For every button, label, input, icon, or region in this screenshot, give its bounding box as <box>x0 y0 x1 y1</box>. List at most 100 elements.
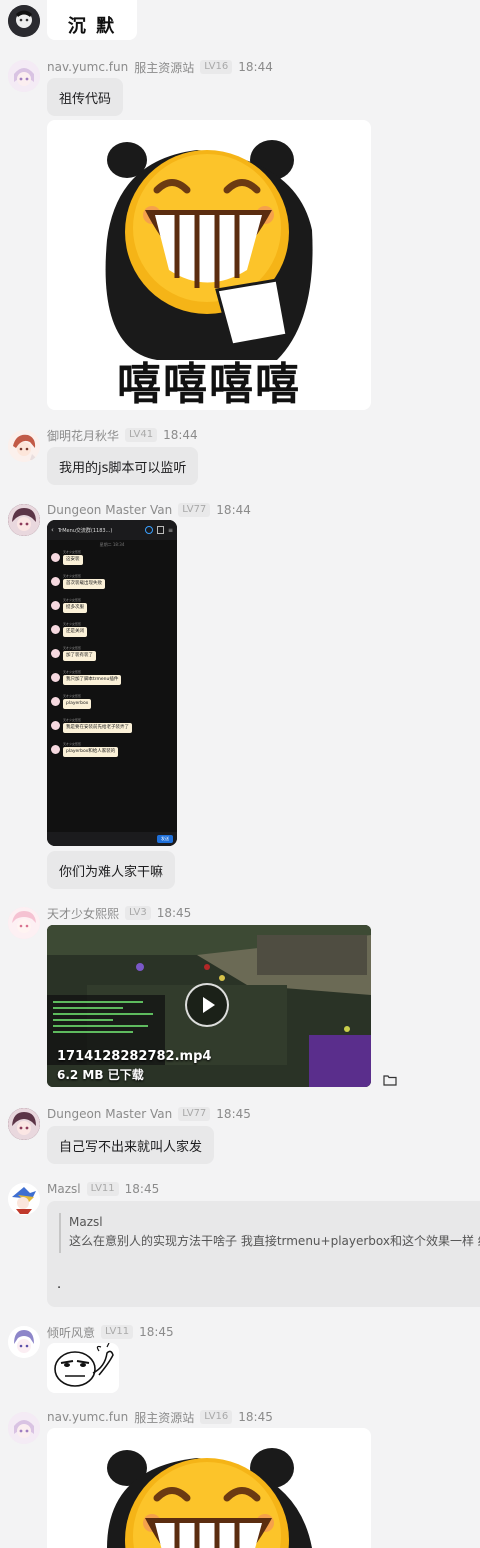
level-badge: LV11 <box>101 1325 134 1339</box>
phone-message-content: 天才少女熙熙 挺多次服 <box>63 598 87 613</box>
chat-title: TrMenu交流群(1183...) <box>57 527 113 534</box>
grinning-panda-icon <box>105 140 313 360</box>
message-meta: Dungeon Master Van LV77 18:45 <box>47 1105 251 1123</box>
phone-bubble: playerbox <box>63 699 92 709</box>
avatar[interactable] <box>8 1326 40 1358</box>
video-filename: 1714128282782.mp4 <box>57 1049 212 1064</box>
phone-message-content: 天才少女熙熙 我只加了脚本trmenu插件 <box>63 670 122 685</box>
phone-avatar <box>51 745 60 754</box>
phone-message-row: 天才少女熙熙 我是要在安装前先给老子装弄了 <box>51 718 173 733</box>
play-button[interactable] <box>185 983 229 1027</box>
avatar[interactable] <box>8 1183 40 1215</box>
sender-tag: 服主资源站 <box>134 1410 195 1425</box>
video-message[interactable]: 1714128282782.mp4 6.2 MB 已下载 <box>47 925 371 1087</box>
level-badge: LV16 <box>200 60 233 74</box>
sender-name[interactable]: Mazsl <box>47 1182 81 1196</box>
phone-message-content: 天才少女熙熙 这安装 <box>63 550 83 565</box>
phone-message-content: 天才少女熙熙 还是关闭 <box>63 622 87 637</box>
send-button: 发送 <box>157 835 173 843</box>
level-badge: LV16 <box>200 1410 233 1424</box>
message-meta: nav.yumc.fun 服主资源站 LV16 18:44 <box>47 58 273 76</box>
phone-avatar <box>51 649 60 658</box>
video-size: 6.2 MB <box>57 1068 104 1082</box>
phone-bubble: 首次装载出现失败 <box>63 579 105 589</box>
phone-input-bar: 发送 <box>47 832 177 846</box>
message-meta: 倾听风意 LV11 18:45 <box>47 1323 174 1341</box>
phone-message-content: 天才少女熙熙 加了装有装了 <box>63 646 96 661</box>
message-meta: 天才少女熙熙 LV3 18:45 <box>47 904 191 922</box>
message-bubble[interactable]: 我用的js脚本可以监听 <box>47 447 199 485</box>
sender-name[interactable]: 倾听风意 <box>47 1324 95 1341</box>
grinning-panda-icon <box>107 1448 312 1548</box>
phone-avatar <box>51 721 60 730</box>
chat-date: 星期二 18:34 <box>99 542 125 547</box>
avatar[interactable] <box>8 430 40 462</box>
phone-message-list: 天才少女熙熙 这安装 天才少女熙熙 首次装载出现失败 天才少女熙熙 挺多次服 天才少女熙熙还… <box>51 550 173 766</box>
timestamp: 18:45 <box>139 1325 174 1339</box>
reply-text: . <box>57 1277 62 1292</box>
circle-icon <box>144 526 153 534</box>
sender-tag: 服主资源站 <box>134 60 195 75</box>
phone-message-row: 天才少女熙熙 这安装 <box>51 550 173 565</box>
phone-sender: 天才少女熙熙 <box>63 574 82 578</box>
message-meta: Mazsl LV11 18:45 <box>47 1180 159 1198</box>
level-badge: LV77 <box>178 503 211 517</box>
avatar[interactable] <box>8 5 40 37</box>
phone-message-row: 天才少女熙熙 挺多次服 <box>51 598 173 613</box>
phone-message-row: 天才少女熙熙 我只加了脚本trmenu插件 <box>51 670 173 685</box>
avatar[interactable] <box>8 504 40 536</box>
phone-message-row: 天才少女熙熙 还是关闭 <box>51 622 173 637</box>
phone-sender: 天才少女熙熙 <box>63 718 82 722</box>
message-meta: 御明花月秋华 LV41 18:44 <box>47 426 198 444</box>
phone-message-content: 天才少女熙熙 首次装载出现失败 <box>63 574 105 589</box>
sender-name[interactable]: 御明花月秋华 <box>47 427 119 444</box>
sticker-caption: 沉 默 <box>67 16 117 37</box>
message-bubble[interactable]: 你们为难人家干嘛 <box>47 851 176 889</box>
phone-header: ‹ TrMenu交流群(1183...) ≡ <box>47 520 177 540</box>
sticker-image[interactable] <box>47 1428 371 1548</box>
sender-name[interactable]: nav.yumc.fun <box>47 60 128 74</box>
phone-sender: 天才少女熙熙 <box>63 646 82 650</box>
timestamp: 18:45 <box>124 1182 160 1196</box>
sender-name[interactable]: Dungeon Master Van <box>47 1107 172 1121</box>
sender-name[interactable]: Dungeon Master Van <box>47 503 172 517</box>
message-meta: nav.yumc.fun 服主资源站 LV16 18:45 <box>47 1408 273 1426</box>
level-badge: LV3 <box>125 906 151 920</box>
phone-message-row: 天才少女熙熙 首次装载出现失败 <box>51 574 173 589</box>
avatar[interactable] <box>8 60 40 92</box>
avatar[interactable] <box>8 1108 40 1140</box>
video-status: 已下载 <box>107 1068 144 1082</box>
message-bubble[interactable]: 祖传代码 <box>47 78 124 116</box>
avatar[interactable] <box>8 907 40 939</box>
sticker-caption: 嘻嘻嘻嘻 <box>117 359 301 410</box>
level-badge: LV77 <box>178 1107 211 1121</box>
doodle-face-icon <box>54 1343 114 1387</box>
screenshot-image[interactable]: ‹ TrMenu交流群(1183...) ≡ 星期二 18:34 天才少女熙熙这… <box>47 520 177 846</box>
open-folder-icon[interactable] <box>383 1071 397 1090</box>
phone-message-content: 天才少女熙熙 playerbox <box>63 694 92 709</box>
phone-sender: 天才少女熙熙 <box>63 622 82 626</box>
timestamp: 18:45 <box>156 906 192 920</box>
phone-avatar <box>51 625 60 634</box>
timestamp: 18:45 <box>216 1107 251 1121</box>
reply-bubble[interactable]: Mazsl 这么在意别人的实现方法干啥子 我直接trmenu+playerbox… <box>47 1201 480 1307</box>
timestamp: 18:44 <box>216 503 251 517</box>
sticker-image[interactable] <box>47 1343 119 1393</box>
timestamp: 18:44 <box>238 60 273 74</box>
sticker-silent[interactable]: 沉 默 <box>47 0 137 40</box>
doc-icon <box>156 526 164 534</box>
quoted-message[interactable]: Mazsl 这么在意别人的实现方法干啥子 我直接trmenu+playerbox… <box>59 1213 480 1253</box>
phone-message-row: 天才少女熙熙 加了装有装了 <box>51 646 173 661</box>
play-icon <box>203 997 215 1013</box>
message-meta: Dungeon Master Van LV77 18:44 <box>47 501 251 519</box>
phone-bubble: 挺多次服 <box>63 603 87 613</box>
phone-sender: 天才少女熙熙 <box>63 670 82 674</box>
message-bubble[interactable]: 自己写不出来就叫人家发 <box>47 1126 215 1164</box>
sender-name[interactable]: nav.yumc.fun <box>47 1410 128 1424</box>
avatar[interactable] <box>8 1412 40 1444</box>
sender-name[interactable]: 天才少女熙熙 <box>47 905 119 922</box>
phone-avatar <box>51 673 60 682</box>
phone-bubble: 这安装 <box>63 555 83 565</box>
phone-message-content: 天才少女熙熙 playerbox和给人家装的 <box>63 742 119 757</box>
sticker-image[interactable]: 嘻嘻嘻嘻 <box>47 120 371 410</box>
